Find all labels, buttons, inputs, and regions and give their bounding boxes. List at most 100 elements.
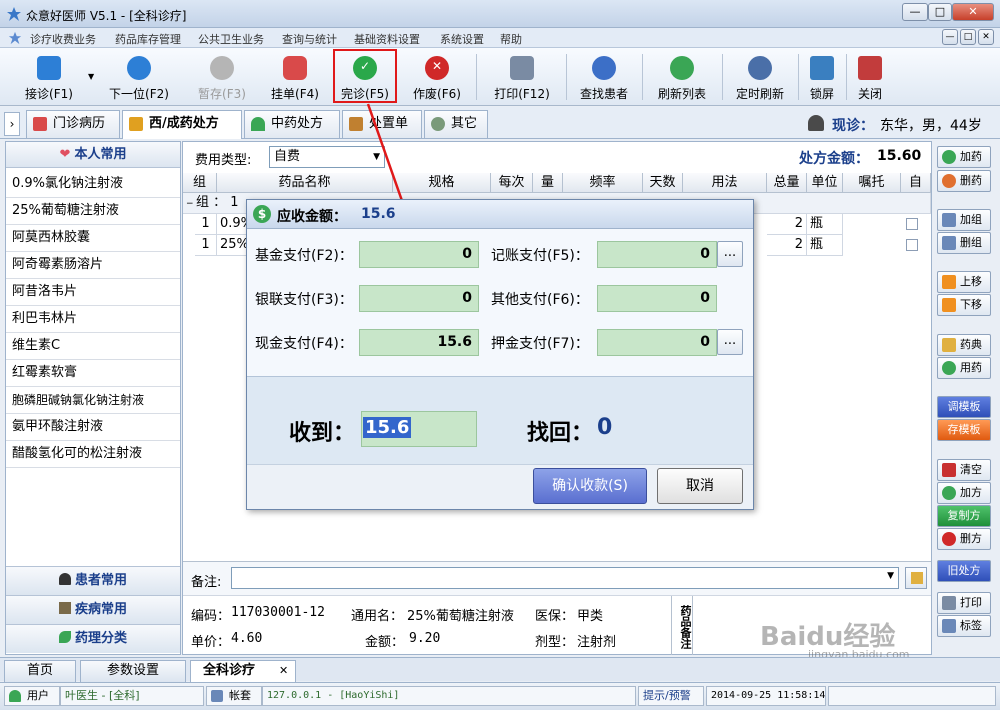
list-item[interactable]: 25%葡萄糖注射液 <box>6 198 180 225</box>
disease-favorites-header[interactable]: 疾病常用 <box>6 595 180 624</box>
tab-outpatient-record[interactable]: 门诊病历 <box>26 110 120 138</box>
menu-clinic-billing[interactable]: 诊疗收费业务 <box>30 31 96 47</box>
list-item[interactable]: 阿奇霉素肠溶片 <box>6 252 180 279</box>
old-rx-button[interactable]: 旧处方 <box>937 560 991 582</box>
remarks-input[interactable]: ▼ <box>231 567 899 589</box>
menu-system-settings[interactable]: 系统设置 <box>440 31 484 47</box>
cancel-button[interactable]: 取消 <box>657 468 743 504</box>
list-item[interactable]: 醋酸氢化可的松注射液 <box>6 441 180 468</box>
col-dose[interactable]: 每次 <box>491 173 533 193</box>
payment-fields: 基金支付(F2)： 0 记账支付(F5)： 0 ... 银联支付(F3)： 0 … <box>247 229 753 376</box>
book-icon <box>942 338 956 352</box>
delete-group-button[interactable]: 删组 <box>937 232 991 254</box>
tab-home[interactable]: 首页 <box>4 660 76 682</box>
pharmacopoeia-button[interactable]: 药典 <box>937 334 991 356</box>
col-qty[interactable]: 量 <box>533 173 563 193</box>
fund-payment-field[interactable]: 0 <box>359 241 479 268</box>
table-cell[interactable]: 2 <box>767 214 807 235</box>
delete-drug-button[interactable]: 删药 <box>937 170 991 192</box>
load-template-button[interactable]: 调模板 <box>937 396 991 418</box>
my-favorites-header[interactable]: ❤ 本人常用 <box>6 142 180 168</box>
list-item[interactable]: 阿昔洛韦片 <box>6 279 180 306</box>
col-days[interactable]: 天数 <box>643 173 683 193</box>
deposit-lookup-button[interactable]: ... <box>717 329 743 355</box>
col-total[interactable]: 总量 <box>767 173 807 193</box>
hang-order-button[interactable]: 挂单(F4) <box>262 50 328 104</box>
void-button[interactable]: ✕ 作废(F6) <box>404 50 470 104</box>
account-lookup-button[interactable]: ... <box>717 241 743 267</box>
menu-drug-inventory[interactable]: 药品库存管理 <box>115 31 181 47</box>
list-item[interactable]: 氨甲环酸注射液 <box>6 414 180 441</box>
minimize-button[interactable]: — <box>902 3 928 21</box>
add-rx-button[interactable]: 加方 <box>937 482 991 504</box>
list-item[interactable]: 阿莫西林胶囊 <box>6 225 180 252</box>
table-cell[interactable]: 瓶 <box>807 235 843 256</box>
patient-favorites-header[interactable]: 患者常用 <box>6 566 180 595</box>
move-up-button[interactable]: 上移 <box>937 271 991 293</box>
find-patient-button[interactable]: 查找患者 <box>572 50 636 104</box>
next-patient-button[interactable]: 下一位(F2) <box>98 50 180 104</box>
deposit-payment-field[interactable]: 0 <box>597 329 717 356</box>
menu-query-stats[interactable]: 查询与统计 <box>282 31 337 47</box>
timed-refresh-button[interactable]: 定时刷新 <box>728 50 792 104</box>
list-item[interactable]: 红霉素软膏 <box>6 360 180 387</box>
window-title: 众意好医师 V5.1 - [全科诊疗] <box>26 9 187 23</box>
lock-screen-button[interactable]: 锁屏 <box>802 50 842 104</box>
clear-button[interactable]: 清空 <box>937 459 991 481</box>
usage-button[interactable]: 用药 <box>937 357 991 379</box>
tab-western-rx[interactable]: 西/成药处方 <box>122 110 242 139</box>
cash-payment-field[interactable]: 15.6 <box>359 329 479 356</box>
add-group-button[interactable]: 加组 <box>937 209 991 231</box>
add-drug-button[interactable]: 加药 <box>937 146 991 168</box>
other-payment-field[interactable]: 0 <box>597 285 717 312</box>
chevron-right-icon[interactable]: › <box>4 112 20 136</box>
mdi-close-button[interactable]: ✕ <box>978 29 994 45</box>
delete-rx-button[interactable]: 删方 <box>937 528 991 550</box>
list-item[interactable]: 0.9%氯化钠注射液 <box>6 171 180 198</box>
tab-general-practice[interactable]: 全科诊疗 ✕ <box>190 660 296 682</box>
favorites-panel: ❤ 本人常用 0.9%氯化钠注射液 25%葡萄糖注射液 阿莫西林胶囊 阿奇霉素肠溶… <box>5 141 181 655</box>
account-payment-field[interactable]: 0 <box>597 241 717 268</box>
move-down-button[interactable]: 下移 <box>937 294 991 316</box>
menu-basic-data[interactable]: 基础资料设置 <box>354 31 420 47</box>
menu-help[interactable]: 帮助 <box>500 31 522 47</box>
alerts-button[interactable]: 提示/预警 <box>638 686 704 706</box>
print-button[interactable]: 打印(F12) <box>482 50 562 104</box>
self-checkbox[interactable] <box>906 239 918 251</box>
list-item[interactable]: 胞磷胆碱钠氯化钠注射液 <box>6 387 180 414</box>
tab-settings[interactable]: 参数设置 <box>80 660 186 682</box>
register-dropdown-chevron-icon[interactable]: ▼ <box>88 72 94 81</box>
col-usage[interactable]: 用法 <box>683 173 767 193</box>
close-window-button[interactable]: ✕ <box>952 3 994 21</box>
finish-visit-button[interactable]: ✓ 完诊(F5) <box>334 50 396 104</box>
usage-icon <box>942 361 956 375</box>
confirm-payment-button[interactable]: 确认收款(S) <box>533 468 647 504</box>
copy-rx-button[interactable]: 复制方 <box>937 505 991 527</box>
self-checkbox[interactable] <box>906 218 918 230</box>
mdi-maximize-button[interactable]: □ <box>960 29 976 45</box>
col-frequency[interactable]: 频率 <box>563 173 643 193</box>
close-tab-icon[interactable]: ✕ <box>279 661 288 681</box>
save-template-button[interactable]: 存模板 <box>937 419 991 441</box>
register-button[interactable]: 接诊(F1) <box>14 50 84 104</box>
remarks-template-button[interactable] <box>905 567 927 589</box>
hold-button[interactable]: 暂存(F3) <box>186 50 258 104</box>
col-group[interactable]: 组 <box>183 173 217 193</box>
tab-chinese-rx[interactable]: 中药处方 <box>244 110 340 138</box>
menu-public-health[interactable]: 公共卫生业务 <box>198 31 264 47</box>
table-cell[interactable]: 2 <box>767 235 807 256</box>
maximize-button[interactable]: □ <box>928 3 952 21</box>
received-input[interactable]: 15.6 <box>361 411 477 447</box>
col-instruction[interactable]: 嘱托 <box>843 173 901 193</box>
list-item[interactable]: 维生素C <box>6 333 180 360</box>
unionpay-payment-field[interactable]: 0 <box>359 285 479 312</box>
print-rx-button[interactable]: 打印 <box>937 592 991 614</box>
list-item[interactable]: 利巴韦林片 <box>6 306 180 333</box>
pharmacology-header[interactable]: 药理分类 <box>6 624 180 653</box>
table-cell[interactable]: 瓶 <box>807 214 843 235</box>
refresh-list-button[interactable]: 刷新列表 <box>648 50 716 104</box>
col-unit[interactable]: 单位 <box>807 173 843 193</box>
mdi-minimize-button[interactable]: — <box>942 29 958 45</box>
col-self[interactable]: 自 <box>901 173 931 193</box>
close-app-button[interactable]: 关闭 <box>850 50 890 104</box>
